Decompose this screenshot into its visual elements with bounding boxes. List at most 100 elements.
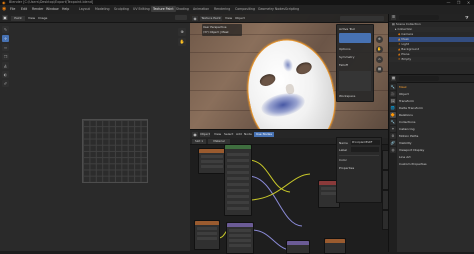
node-socket-row[interactable] [229,239,251,242]
annotate-tool-icon[interactable]: ✐ [2,80,9,87]
editor-type-icon[interactable]: ☰ [391,15,396,20]
node-mix[interactable] [226,222,254,254]
draw-tool-icon[interactable]: ✎ [2,26,9,33]
section-line-art[interactable]: Line Art [399,154,473,160]
smear-tool-icon[interactable]: ≈ [2,44,9,51]
clone-tool-icon[interactable]: ❒ [2,53,9,60]
tab-rendering[interactable]: Rendering [212,6,232,12]
section-transform[interactable]: Transform [399,98,473,104]
node-small[interactable] [324,238,346,254]
node-label-field[interactable] [351,147,379,152]
panel-falloff[interactable]: Falloff [339,63,348,67]
menu-window[interactable]: Window [46,7,59,11]
outliner-row[interactable]: ✕ Empty [389,57,474,62]
section-visibility[interactable]: Visibility [399,140,473,146]
image-editor[interactable]: ▣ Paint View Image ✎ ✧ ≈ ❒ ◭ ◐ ✐ ⊕ ✋ [0,14,190,251]
node-principled-bsdf[interactable] [224,144,252,216]
tab-scripting[interactable]: Scripting [283,6,301,12]
node-socket-row[interactable] [197,227,217,230]
tab-layout[interactable]: Layout [77,6,92,12]
3d-viewport[interactable]: ◈ Texture Paint View Object User Perspec… [190,14,388,129]
node-socket-row[interactable] [321,187,337,190]
node-socket-row[interactable] [227,153,249,156]
node-socket-row[interactable] [227,177,249,180]
menu-image[interactable]: Image [38,16,47,20]
node-socket-row[interactable] [227,189,249,192]
menu-edit[interactable]: Edit [21,7,27,11]
section-viewport-display[interactable]: Viewport Display [399,147,473,153]
node-socket-row[interactable] [229,229,251,232]
tab-uv-editing[interactable]: UV Editing [131,6,152,12]
shading-buttons[interactable] [340,15,384,21]
node-socket-row[interactable] [201,160,223,163]
zoom-icon[interactable]: ⊕ [376,36,383,43]
section-collections[interactable]: Collections [399,119,473,125]
section-custom-properties[interactable]: Custom Properties [399,161,473,167]
image-browse-button[interactable] [175,15,187,20]
particles-tab-icon[interactable]: ✦ [390,126,396,132]
output-tab-icon[interactable]: 🖼 [390,98,396,104]
node-socket-row[interactable] [227,201,249,204]
pan-icon[interactable]: ✋ [376,46,383,53]
color-section[interactable]: Color [339,158,347,162]
section-relations[interactable]: Relations [399,112,473,118]
tool-tab-icon[interactable]: 🔧 [390,84,396,90]
tab-compositing[interactable]: Compositing [233,6,257,12]
mode-dropdown[interactable]: Paint [11,15,25,21]
node-socket-row[interactable] [227,159,249,162]
mask-tool-icon[interactable]: ◐ [2,71,9,78]
node-socket-row[interactable] [201,155,223,158]
node-socket-row[interactable] [321,192,337,195]
tab-animation[interactable]: Animation [191,6,211,12]
node-socket-row[interactable] [197,237,217,240]
soften-tool-icon[interactable]: ✧ [2,35,9,42]
tab-shading[interactable]: Shading [174,6,191,12]
zoom-icon[interactable]: ⊕ [178,28,186,36]
blender-menu-icon[interactable]: ◉ [2,6,6,12]
node-socket-row[interactable] [227,207,249,210]
search-input[interactable] [399,76,439,81]
menu-file[interactable]: File [10,7,15,11]
panel-workspace[interactable]: Workspace [339,94,355,98]
uv-grid[interactable] [82,119,148,183]
node-socket-row[interactable] [197,232,217,235]
menu-object[interactable]: Object [235,16,245,20]
node-socket-row[interactable] [227,165,249,168]
modifier-tab-icon[interactable]: 🔧 [390,119,396,125]
node-socket-row[interactable] [229,244,251,247]
node-socket-row[interactable] [229,234,251,237]
camera-icon[interactable]: ⌂ [376,56,383,63]
node-socket-row[interactable] [227,171,249,174]
brush-preview[interactable] [339,33,371,43]
material-tab-icon[interactable]: ◍ [390,147,396,153]
node-name-field[interactable]: Principled BSDF [351,140,380,145]
mask-object[interactable] [237,31,345,129]
pan-icon[interactable]: ✋ [178,38,186,46]
node-socket-row[interactable] [227,183,249,186]
filter-icon[interactable]: ⧩ [465,15,469,20]
mode-dropdown[interactable]: Texture Paint [200,15,222,21]
menu-view[interactable]: View [225,16,232,20]
falloff-curve[interactable] [339,71,371,91]
properties-section[interactable]: Properties [339,166,354,170]
node-image-texture[interactable] [194,220,220,250]
section-motion-paths[interactable]: Motion Paths [399,133,473,139]
search-input[interactable] [399,15,439,20]
physics-tab-icon[interactable]: ⚙ [390,133,396,139]
node-socket-row[interactable] [201,165,223,168]
menu-help[interactable]: Help [62,7,69,11]
menu-render[interactable]: Render [32,7,43,11]
editor-type-icon[interactable]: ▣ [2,15,8,20]
editor-type-icon[interactable]: ◈ [192,15,198,21]
constraints-tab-icon[interactable]: 🔗 [390,140,396,146]
editor-type-icon[interactable]: ▦ [391,76,396,81]
node-socket-row[interactable] [227,195,249,198]
object-name[interactable]: Mask [399,84,473,90]
node-small[interactable] [198,148,226,174]
section-delta-transform[interactable]: Delta Transform [399,105,473,111]
tab-sculpting[interactable]: Sculpting [112,6,131,12]
tab-texture-paint[interactable]: Texture Paint [151,6,176,12]
tab-modeling[interactable]: Modeling [93,6,112,12]
node-normal-map[interactable] [286,240,310,254]
grid-icon[interactable]: ▦ [376,66,383,73]
